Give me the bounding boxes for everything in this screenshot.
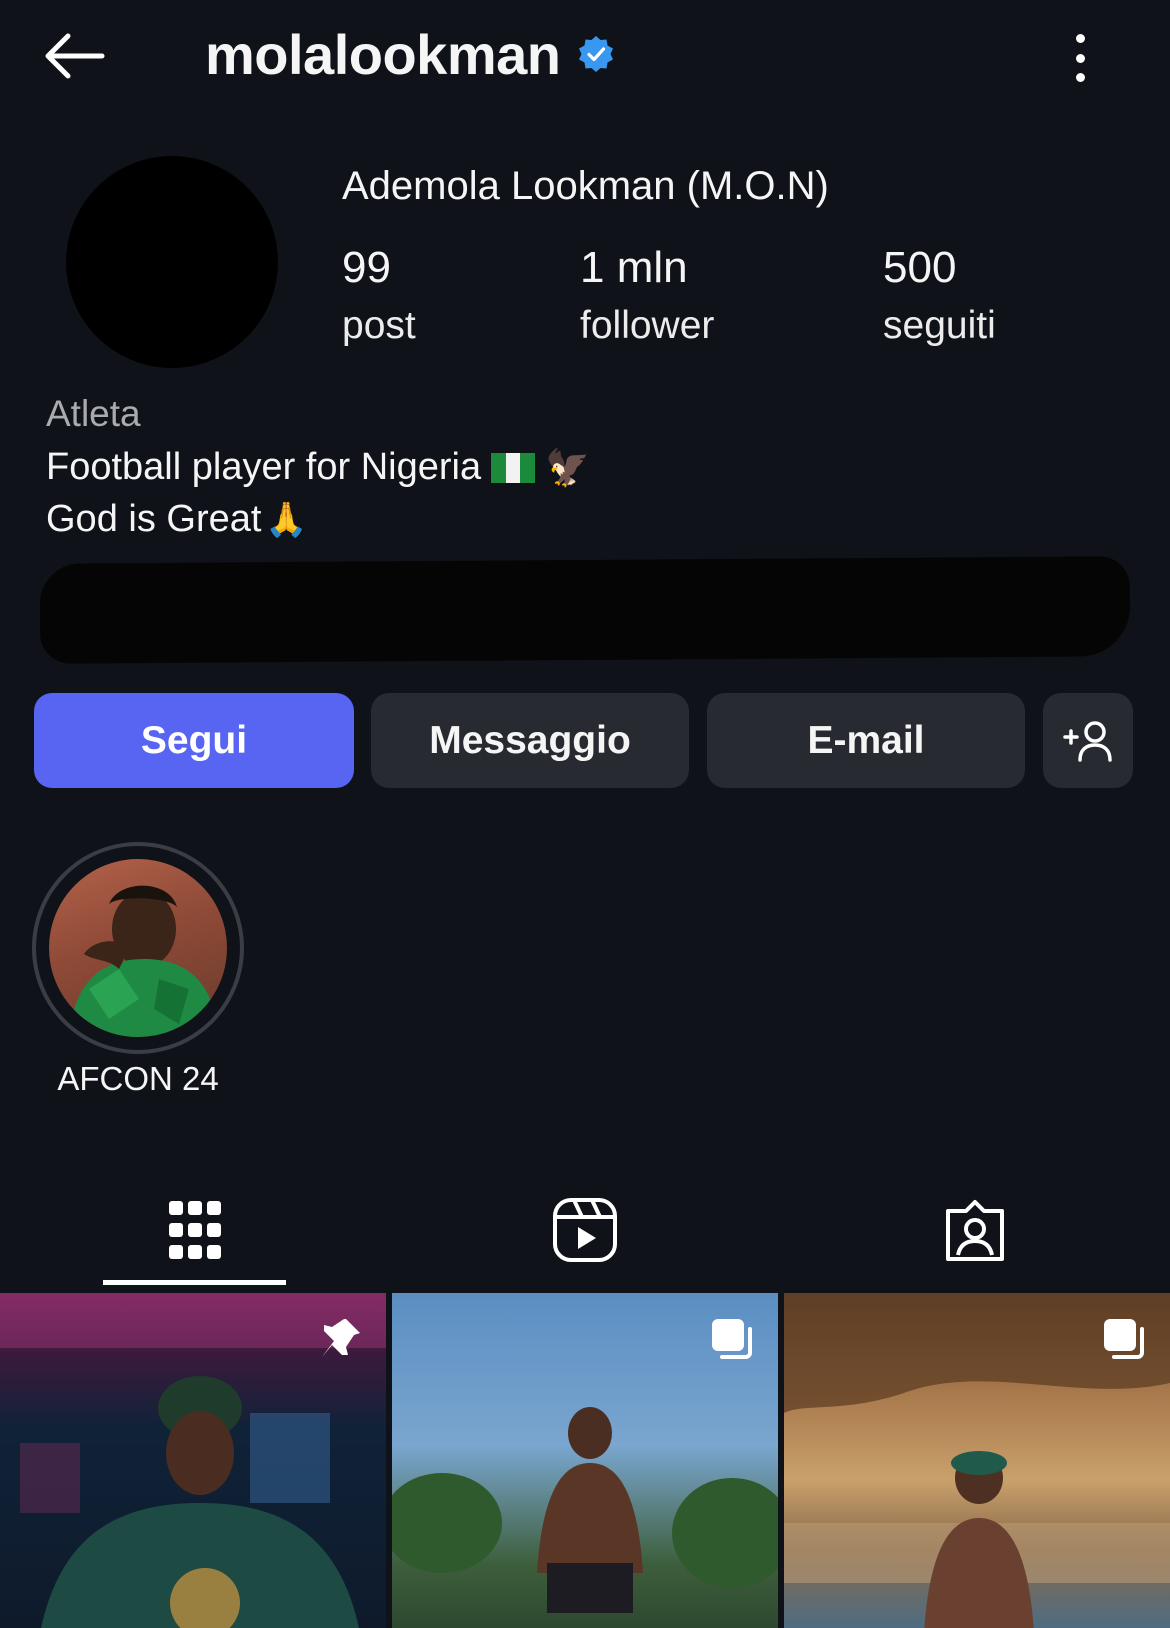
bio-text: Football player for Nigeria	[46, 446, 482, 488]
followers-label[interactable]: follower	[580, 304, 714, 348]
profile-display-name: Ademola Lookman (M.O.N)	[342, 164, 829, 208]
praying-hands-emoji: 🙏	[265, 500, 308, 539]
posts-count[interactable]: 99	[342, 243, 391, 293]
tab-reels[interactable]	[390, 1180, 780, 1280]
following-label[interactable]: seguiti	[883, 304, 996, 348]
story-highlight[interactable]	[32, 842, 244, 1054]
follow-button[interactable]: Segui	[34, 693, 354, 788]
grid-icon	[169, 1201, 221, 1259]
bio-line-2: God is Great 🙏	[46, 498, 308, 541]
more-dot	[1075, 53, 1085, 63]
post-thumbnail[interactable]	[0, 1293, 386, 1628]
more-options-button[interactable]	[1060, 28, 1100, 88]
more-dot	[1075, 34, 1085, 43]
suggested-users-button[interactable]	[1043, 693, 1133, 788]
active-tab-indicator	[103, 1280, 286, 1285]
bio-line-1: Football player for Nigeria 🦅	[46, 446, 590, 489]
tab-tagged[interactable]	[780, 1180, 1170, 1280]
highlight-cover-image	[49, 859, 227, 1037]
profile-avatar[interactable]	[66, 156, 278, 368]
person-add-icon	[1063, 720, 1112, 762]
followers-count[interactable]: 1 mln	[580, 243, 688, 293]
highlight-label: AFCON 24	[57, 1060, 219, 1097]
verified-badge-icon	[579, 36, 613, 72]
pin-icon	[322, 1319, 360, 1357]
back-arrow-icon	[45, 33, 105, 79]
message-button[interactable]: Messaggio	[371, 693, 689, 788]
redacted-link	[39, 556, 1131, 664]
profile-category: Atleta	[46, 393, 141, 434]
following-count[interactable]: 500	[883, 243, 956, 293]
nigeria-flag-icon	[491, 452, 536, 483]
carousel-icon	[712, 1319, 752, 1359]
post-thumbnail[interactable]	[784, 1293, 1170, 1628]
email-button[interactable]: E-mail	[707, 693, 1025, 788]
reels-icon	[553, 1198, 617, 1262]
eagle-emoji: 🦅	[545, 446, 590, 488]
post-thumbnail[interactable]	[392, 1293, 778, 1628]
tagged-icon	[946, 1200, 1004, 1261]
posts-label[interactable]: post	[342, 304, 416, 348]
profile-username: molalookman	[205, 23, 561, 86]
bio-text: God is Great	[46, 498, 262, 540]
carousel-icon	[1104, 1319, 1144, 1359]
tab-posts[interactable]	[0, 1180, 390, 1280]
back-button[interactable]	[40, 26, 116, 86]
more-dot	[1075, 73, 1085, 82]
